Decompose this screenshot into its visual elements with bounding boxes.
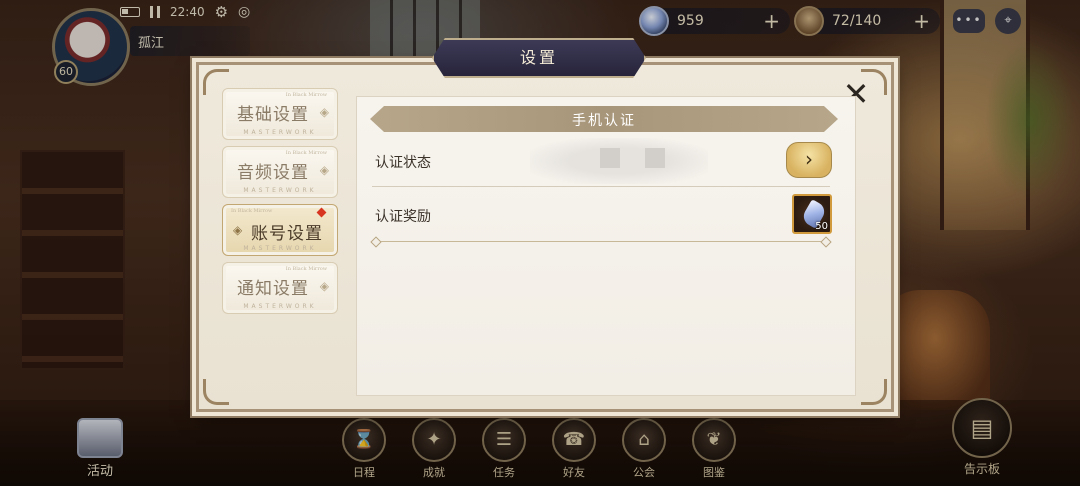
tab-label: 基础设置	[237, 105, 309, 125]
row-divider	[372, 186, 830, 187]
reward-item[interactable]: 50	[792, 194, 832, 234]
modal-title: 设置	[519, 48, 558, 67]
tab-subtitle: MASTERWORK	[243, 303, 317, 310]
tab-label: 通知设置	[237, 279, 309, 299]
tab-subtitle: MASTERWORK	[243, 129, 317, 136]
verification-status-label: 认证状态	[375, 155, 431, 171]
reward-count: 50	[815, 221, 828, 232]
tab-basic-settings[interactable]: In Black Mirrow 基础设置 ◈ MASTERWORK	[222, 88, 338, 140]
tab-ornament-icon: ◈	[319, 279, 329, 293]
tab-account-settings[interactable]: In Black Mirrow ◈ 账号设置 MASTERWORK	[222, 204, 338, 256]
tab-script-text: In Black Mirrow	[285, 150, 327, 156]
corner-ornament	[203, 379, 229, 405]
tab-ornament-icon: ◈	[319, 105, 329, 119]
new-badge	[316, 207, 327, 218]
tab-notification-settings[interactable]: In Black Mirrow 通知设置 ◈ MASTERWORK	[222, 262, 338, 314]
tab-ornament-icon: ◈	[319, 163, 329, 177]
verify-go-button[interactable]: ›	[786, 142, 832, 178]
verification-status-value-redacted	[530, 138, 708, 184]
tab-script-text: In Black Mirrow	[285, 92, 327, 98]
tab-script-text: In Black Mirrow	[231, 208, 273, 214]
settings-tab-list: In Black Mirrow 基础设置 ◈ MASTERWORK In Bla…	[222, 88, 340, 320]
tab-subtitle: MASTERWORK	[243, 187, 317, 194]
tab-label: 账号设置	[251, 224, 323, 244]
section-title: 手机认证	[572, 113, 636, 129]
tab-audio-settings[interactable]: In Black Mirrow 音频设置 ◈ MASTERWORK	[222, 146, 338, 198]
tab-ornament-icon: ◈	[233, 223, 243, 237]
tab-label: 音频设置	[237, 163, 309, 183]
tab-subtitle: MASTERWORK	[243, 245, 317, 252]
ornate-divider	[372, 241, 830, 242]
tab-script-text: In Black Mirrow	[285, 266, 327, 272]
verification-reward-label: 认证奖励	[375, 209, 431, 225]
corner-ornament	[861, 379, 887, 405]
